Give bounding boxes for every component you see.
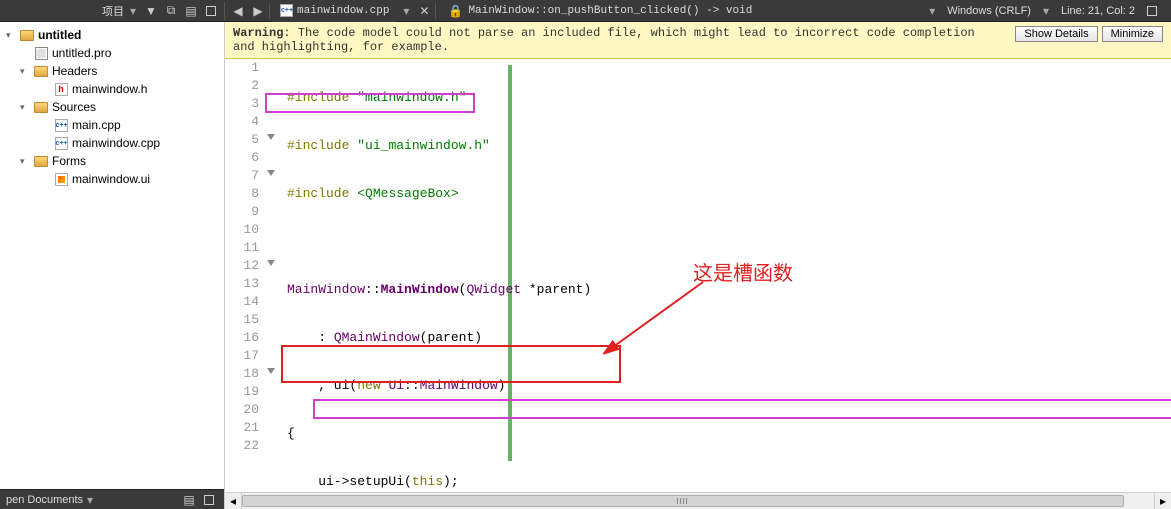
- ui-file-node[interactable]: ▾ mainwindow.ui: [0, 170, 224, 188]
- editor-pane: Warning: The code model could not parse …: [225, 22, 1171, 509]
- project-tree: ▾ untitled ▾⬜ untitled.pro ▾ Headers ▾h …: [0, 22, 224, 489]
- project-sidebar: ▾ untitled ▾⬜ untitled.pro ▾ Headers ▾h …: [0, 22, 225, 509]
- filter-icon[interactable]: ▼: [142, 2, 160, 20]
- dropdown-icon[interactable]: ▾: [83, 493, 97, 507]
- warning-message: : The code model could not parse an incl…: [233, 26, 975, 54]
- source-file-node[interactable]: ▾c++ main.cpp: [0, 116, 224, 134]
- tab-label-left: 项目: [102, 3, 124, 19]
- code-editor[interactable]: 12345678910111213141516171819202122 #inc…: [225, 59, 1171, 492]
- pro-file-label: untitled.pro: [52, 46, 111, 60]
- split-icon[interactable]: ▤: [180, 491, 198, 509]
- close-tab-icon[interactable]: ✕: [415, 2, 433, 20]
- horizontal-scrollbar[interactable]: ◂ ▸: [225, 492, 1171, 509]
- project-root[interactable]: ▾ untitled: [0, 26, 224, 44]
- headers-folder[interactable]: ▾ Headers: [0, 62, 224, 80]
- cpp-file-icon: c++: [55, 119, 68, 132]
- folder-icon: [20, 30, 34, 41]
- warning-bar: Warning: The code model could not parse …: [225, 22, 1171, 59]
- lock-icon: 🔒: [446, 2, 464, 20]
- fold-icon[interactable]: [267, 170, 275, 176]
- line-gutter: 12345678910111213141516171819202122: [225, 59, 265, 492]
- scroll-left-icon[interactable]: ◂: [225, 493, 242, 509]
- split-icon[interactable]: [202, 2, 220, 20]
- cpp-file-icon: c++: [280, 4, 293, 17]
- fold-column: [265, 59, 283, 492]
- dropdown-arrow-icon[interactable]: ▾: [126, 4, 140, 18]
- file-tab[interactable]: c++ mainwindow.cpp: [272, 0, 397, 22]
- add-icon[interactable]: ▤: [182, 2, 200, 20]
- highlight-messagebox: [313, 399, 1171, 419]
- folder-icon: [34, 66, 48, 77]
- next-icon[interactable]: ▶: [249, 2, 267, 20]
- tab-filename: mainwindow.cpp: [297, 5, 389, 17]
- line-ending[interactable]: Windows (CRLF): [947, 5, 1031, 17]
- source-file-label: main.cpp: [72, 118, 121, 132]
- fold-icon[interactable]: [267, 260, 275, 266]
- folder-icon: [34, 156, 48, 167]
- pro-file-node[interactable]: ▾⬜ untitled.pro: [0, 44, 224, 62]
- sources-folder[interactable]: ▾ Sources: [0, 98, 224, 116]
- header-file-label: mainwindow.h: [72, 82, 147, 96]
- header-file-node[interactable]: ▾h mainwindow.h: [0, 80, 224, 98]
- symbol-nav[interactable]: 🔒 MainWindow::on_pushButton_clicked() ->…: [438, 0, 760, 22]
- dropdown-icon[interactable]: ▾: [925, 4, 939, 18]
- split-panel-icon[interactable]: [1143, 2, 1161, 20]
- fold-icon[interactable]: [267, 368, 275, 374]
- open-docs-label: pen Documents: [6, 494, 83, 506]
- forms-label: Forms: [52, 154, 86, 168]
- cpp-file-icon: c++: [55, 137, 68, 150]
- source-file-node[interactable]: ▾c++ mainwindow.cpp: [0, 134, 224, 152]
- h-file-icon: h: [55, 83, 68, 96]
- folder-icon: [34, 102, 48, 113]
- close-panel-icon[interactable]: [200, 491, 218, 509]
- link-icon[interactable]: ⧉: [162, 2, 180, 20]
- prev-icon[interactable]: ◀: [229, 2, 247, 20]
- pro-file-icon: ⬜: [35, 47, 48, 60]
- dropdown-icon[interactable]: ▾: [399, 4, 413, 18]
- top-toolbar: 项目 ▾ ▼ ⧉ ▤ ◀ ▶ c++ mainwindow.cpp ▾ ✕ 🔒 …: [0, 0, 1171, 22]
- show-details-button[interactable]: Show Details: [1015, 26, 1097, 42]
- ui-file-icon: [55, 173, 68, 186]
- code-content[interactable]: #include "mainwindow.h" #include "ui_mai…: [283, 59, 1171, 492]
- project-name: untitled: [38, 28, 81, 42]
- source-file-label: mainwindow.cpp: [72, 136, 160, 150]
- forms-folder[interactable]: ▾ Forms: [0, 152, 224, 170]
- symbol-label: MainWindow::on_pushButton_clicked() -> v…: [468, 5, 752, 17]
- scroll-right-icon[interactable]: ▸: [1154, 493, 1171, 509]
- sidebar-footer: pen Documents ▾ ▤: [0, 489, 224, 509]
- sources-label: Sources: [52, 100, 96, 114]
- ui-file-label: mainwindow.ui: [72, 172, 150, 186]
- fold-icon[interactable]: [267, 134, 275, 140]
- headers-label: Headers: [52, 64, 97, 78]
- warning-prefix: Warning: [233, 26, 283, 40]
- scroll-thumb[interactable]: [242, 495, 1124, 507]
- cursor-position[interactable]: Line: 21, Col: 2: [1061, 5, 1135, 17]
- minimize-button[interactable]: Minimize: [1102, 26, 1163, 42]
- dropdown-icon[interactable]: ▾: [1039, 4, 1053, 18]
